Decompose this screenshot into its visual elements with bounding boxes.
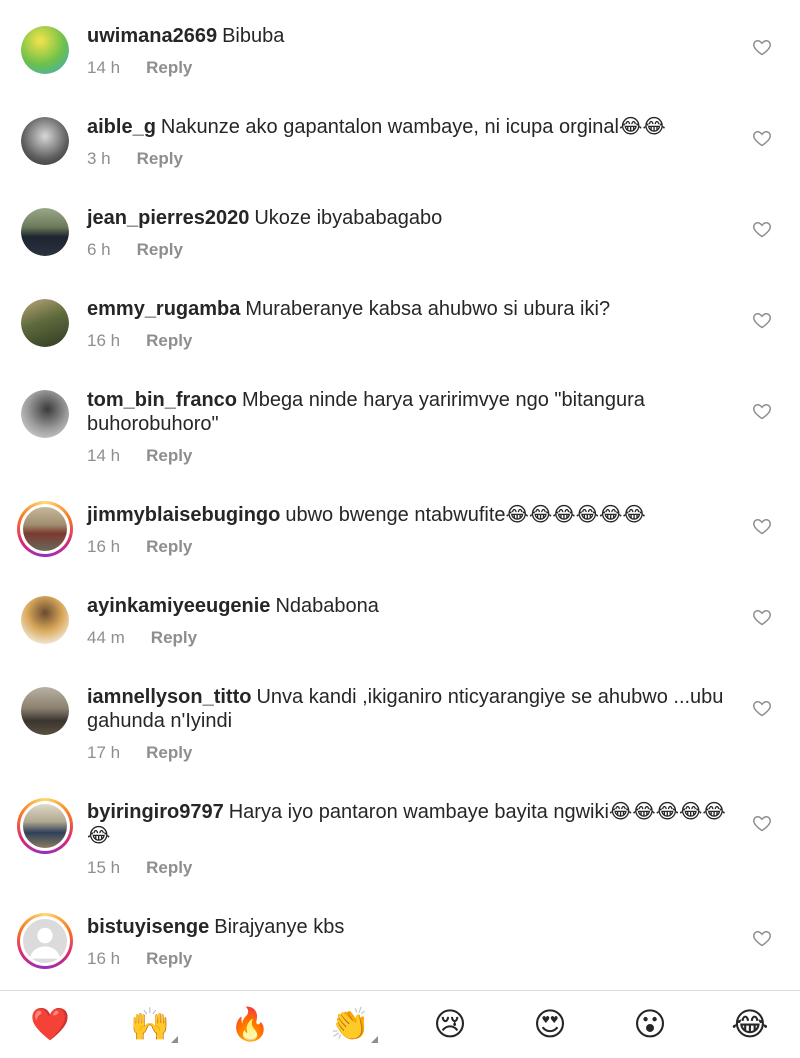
- heart-outline-icon[interactable]: [752, 37, 772, 57]
- heart-outline-icon[interactable]: [752, 516, 772, 536]
- raising-hands-emoji-button[interactable]: 🙌: [126, 1003, 178, 1045]
- comment-meta: 14 h Reply: [87, 58, 192, 78]
- reply-button[interactable]: Reply: [146, 58, 192, 78]
- comment-body: ubwo bwenge ntabwufite😂😂😂😂😂😂: [285, 504, 646, 526]
- comment-meta: 14 h Reply: [87, 446, 192, 466]
- comment-meta: 17 h Reply: [87, 743, 192, 763]
- comment-time: 6 h: [87, 240, 111, 259]
- comment-time: 3 h: [87, 149, 111, 168]
- tears-of-joy-emoji-button[interactable]: 😂: [726, 1003, 774, 1045]
- comment-time: 17 h: [87, 743, 121, 762]
- comment-username[interactable]: jimmyblaisebugingo: [87, 504, 280, 526]
- avatar[interactable]: [21, 687, 69, 735]
- heart-eyes-emoji-button[interactable]: 😍: [526, 1003, 574, 1045]
- fire-emoji-button[interactable]: 🔥: [226, 1003, 274, 1045]
- comment-body: Muraberanye kabsa ahubwo si ubura iki?: [245, 298, 611, 320]
- skin-tone-indicator-icon: [171, 1036, 178, 1043]
- avatar-story-ring[interactable]: [17, 501, 73, 557]
- comment-text: jean_pierres2020 Ukoze ibyababagabo: [87, 206, 727, 230]
- avatar[interactable]: [21, 390, 69, 438]
- comment-username[interactable]: aible_g: [87, 116, 156, 138]
- reply-button[interactable]: Reply: [146, 858, 192, 878]
- avatar-story-ring[interactable]: [17, 913, 73, 969]
- reply-button[interactable]: Reply: [137, 149, 183, 169]
- avatar-story-ring[interactable]: [17, 798, 73, 854]
- comment-text: uwimana2669 Bibuba: [87, 24, 727, 48]
- comment-body: Nakunze ako gapantalon wambaye, ni icupa…: [160, 116, 666, 138]
- reply-button[interactable]: Reply: [151, 628, 197, 648]
- comment-time: 16 h: [87, 537, 121, 556]
- comment-meta: 44 m Reply: [87, 628, 197, 648]
- comment-time: 16 h: [87, 949, 121, 968]
- reply-button[interactable]: Reply: [146, 537, 192, 557]
- avatar[interactable]: [21, 117, 69, 165]
- reply-button[interactable]: Reply: [146, 331, 192, 351]
- emoji-quick-reaction-bar: ❤️ 🙌 🔥 👏 😢 😍 😮 😂: [0, 991, 800, 1058]
- comment-meta: 16 h Reply: [87, 537, 192, 557]
- comment-time: 44 m: [87, 628, 125, 647]
- heart-outline-icon[interactable]: [752, 219, 772, 239]
- heart-outline-icon[interactable]: [752, 813, 772, 833]
- comment-text: emmy_rugamba Muraberanye kabsa ahubwo si …: [87, 297, 727, 321]
- comment-username[interactable]: emmy_rugamba: [87, 298, 240, 320]
- comment-meta: 6 h Reply: [87, 240, 183, 260]
- comment-text: byiringiro9797 Harya iyo pantaron wambaye…: [87, 800, 727, 848]
- comment-meta: 16 h Reply: [87, 331, 192, 351]
- heart-emoji-button[interactable]: ❤️: [26, 1003, 74, 1045]
- reply-button[interactable]: Reply: [146, 949, 192, 969]
- comment-username[interactable]: ayinkamiyeeugenie: [87, 595, 270, 617]
- comment-username[interactable]: iamnellyson_titto: [87, 686, 251, 708]
- comment-time: 16 h: [87, 331, 121, 350]
- comment-username[interactable]: bistuyisenge: [87, 916, 209, 938]
- comment-body: Birajyanye kbs: [214, 916, 345, 938]
- comment-username[interactable]: uwimana2669: [87, 25, 217, 47]
- heart-outline-icon[interactable]: [752, 128, 772, 148]
- avatar[interactable]: [21, 299, 69, 347]
- comment-text: bistuyisenge Birajyanye kbs: [87, 915, 727, 939]
- reply-button[interactable]: Reply: [146, 743, 192, 763]
- comment-text: jimmyblaisebugingo ubwo bwenge ntabwufite…: [87, 503, 727, 527]
- heart-outline-icon[interactable]: [752, 698, 772, 718]
- heart-outline-icon[interactable]: [752, 401, 772, 421]
- comment-username[interactable]: jean_pierres2020: [87, 207, 249, 229]
- comment-meta: 15 h Reply: [87, 858, 192, 878]
- reply-button[interactable]: Reply: [146, 446, 192, 466]
- default-avatar-icon: [23, 919, 67, 963]
- avatar[interactable]: [21, 208, 69, 256]
- heart-outline-icon[interactable]: [752, 928, 772, 948]
- comment-meta: 16 h Reply: [87, 949, 192, 969]
- comment-time: 14 h: [87, 58, 121, 77]
- comment-username[interactable]: byiringiro9797: [87, 801, 224, 823]
- avatar[interactable]: [21, 596, 69, 644]
- comment-time: 15 h: [87, 858, 121, 877]
- comment-meta: 3 h Reply: [87, 149, 183, 169]
- comment-body: Bibuba: [222, 25, 285, 47]
- comment-body: Ukoze ibyababagabo: [254, 207, 443, 229]
- heart-outline-icon[interactable]: [752, 607, 772, 627]
- clapping-hands-emoji-button[interactable]: 👏: [326, 1003, 378, 1045]
- comment-text: tom_bin_franco Mbega ninde harya yaririmv…: [87, 388, 727, 436]
- skin-tone-indicator-icon: [371, 1036, 378, 1043]
- heart-outline-icon[interactable]: [752, 310, 772, 330]
- comment-text: aible_g Nakunze ako gapantalon wambaye, n…: [87, 115, 727, 139]
- surprised-face-emoji-button[interactable]: 😮: [626, 1003, 674, 1045]
- comment-text: ayinkamiyeeugenie Ndababona: [87, 594, 727, 618]
- comment-time: 14 h: [87, 446, 121, 465]
- crying-face-emoji-button[interactable]: 😢: [426, 1003, 474, 1045]
- comment-body: Ndababona: [275, 595, 379, 617]
- avatar[interactable]: [21, 26, 69, 74]
- comment-text: iamnellyson_titto Unva kandi ,ikiganiro n…: [87, 685, 727, 733]
- reply-button[interactable]: Reply: [137, 240, 183, 260]
- comment-username[interactable]: tom_bin_franco: [87, 389, 237, 411]
